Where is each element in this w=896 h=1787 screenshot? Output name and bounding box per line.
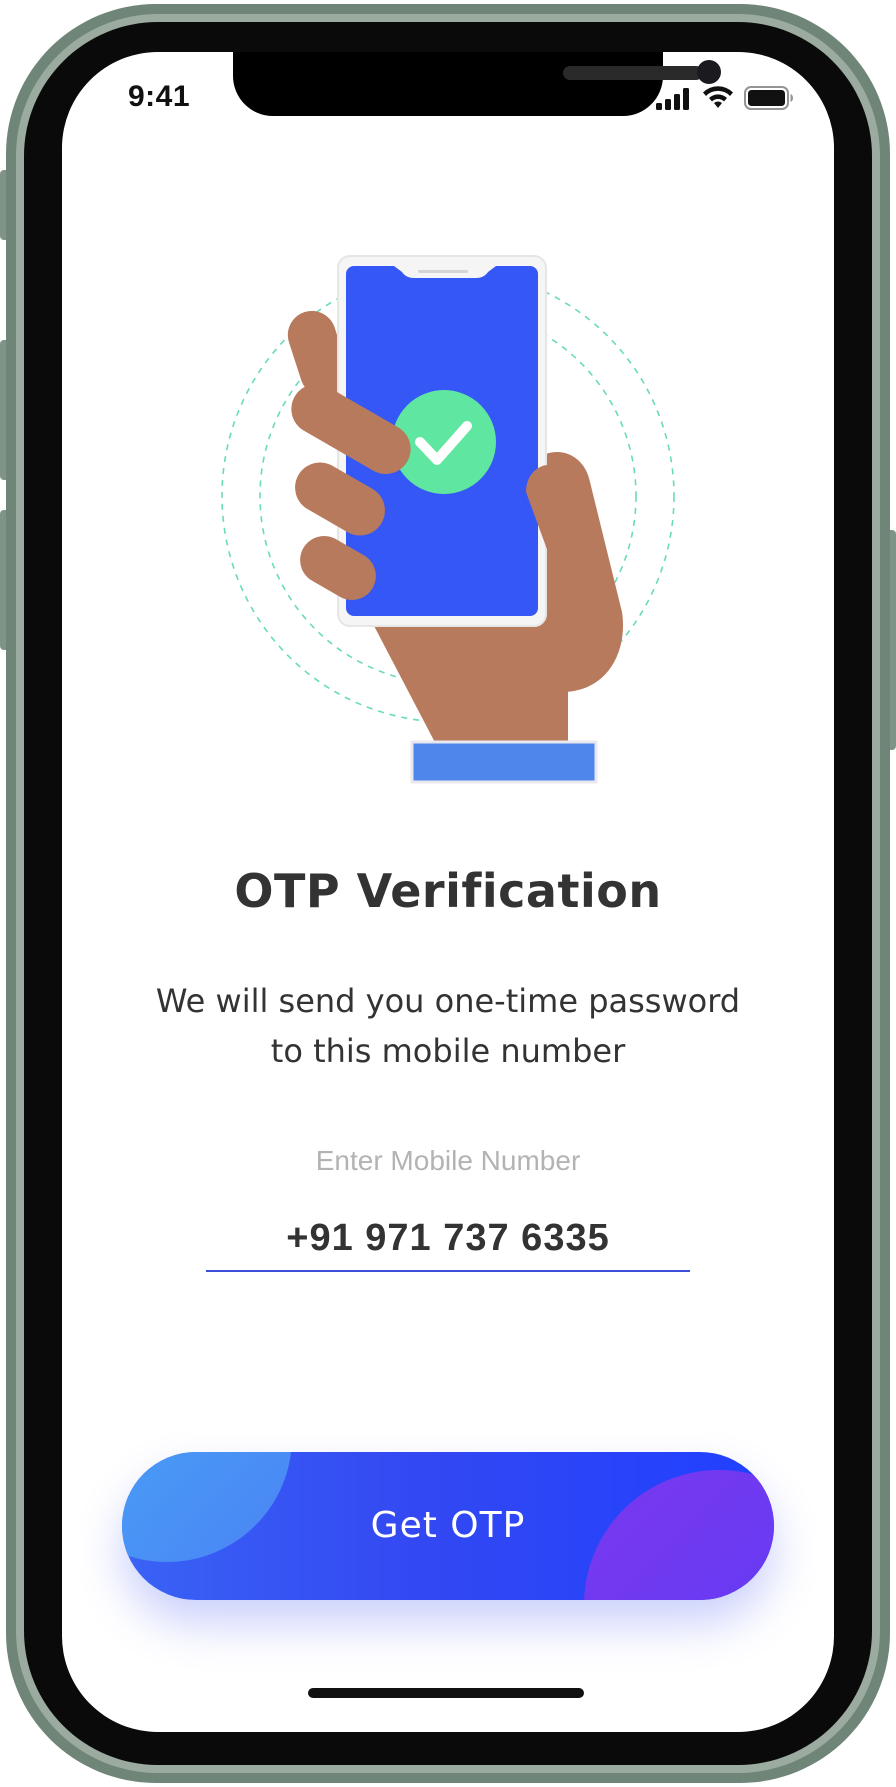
description-text: We will send you one-time password to th… [122, 976, 774, 1076]
button-decor-left [122, 1452, 292, 1562]
mobile-number-label: Enter Mobile Number [315, 1145, 581, 1176]
signal-icon [656, 88, 689, 110]
mobile-number-input[interactable] [206, 1212, 690, 1272]
battery-icon [744, 86, 793, 110]
get-otp-label: Get OTP [370, 1505, 526, 1546]
description-line-2: to this mobile number [270, 1032, 626, 1070]
status-icons [656, 86, 794, 110]
home-indicator[interactable] [308, 1688, 584, 1698]
phone-screen: 9:41 OTP Verification We will send you o… [62, 52, 834, 1732]
page-title: OTP Verification [234, 864, 662, 918]
description-line-1: We will send you one-time password [155, 982, 741, 1020]
speaker-grill [563, 66, 703, 80]
notch [233, 52, 721, 116]
get-otp-button[interactable]: Get OTP [122, 1452, 774, 1600]
hand-holding-phone-checkmark-illustration [221, 255, 675, 784]
status-time: 9:41 [128, 80, 191, 113]
front-camera [697, 60, 721, 84]
button-decor-right [584, 1470, 774, 1600]
wifi-icon [703, 86, 733, 108]
